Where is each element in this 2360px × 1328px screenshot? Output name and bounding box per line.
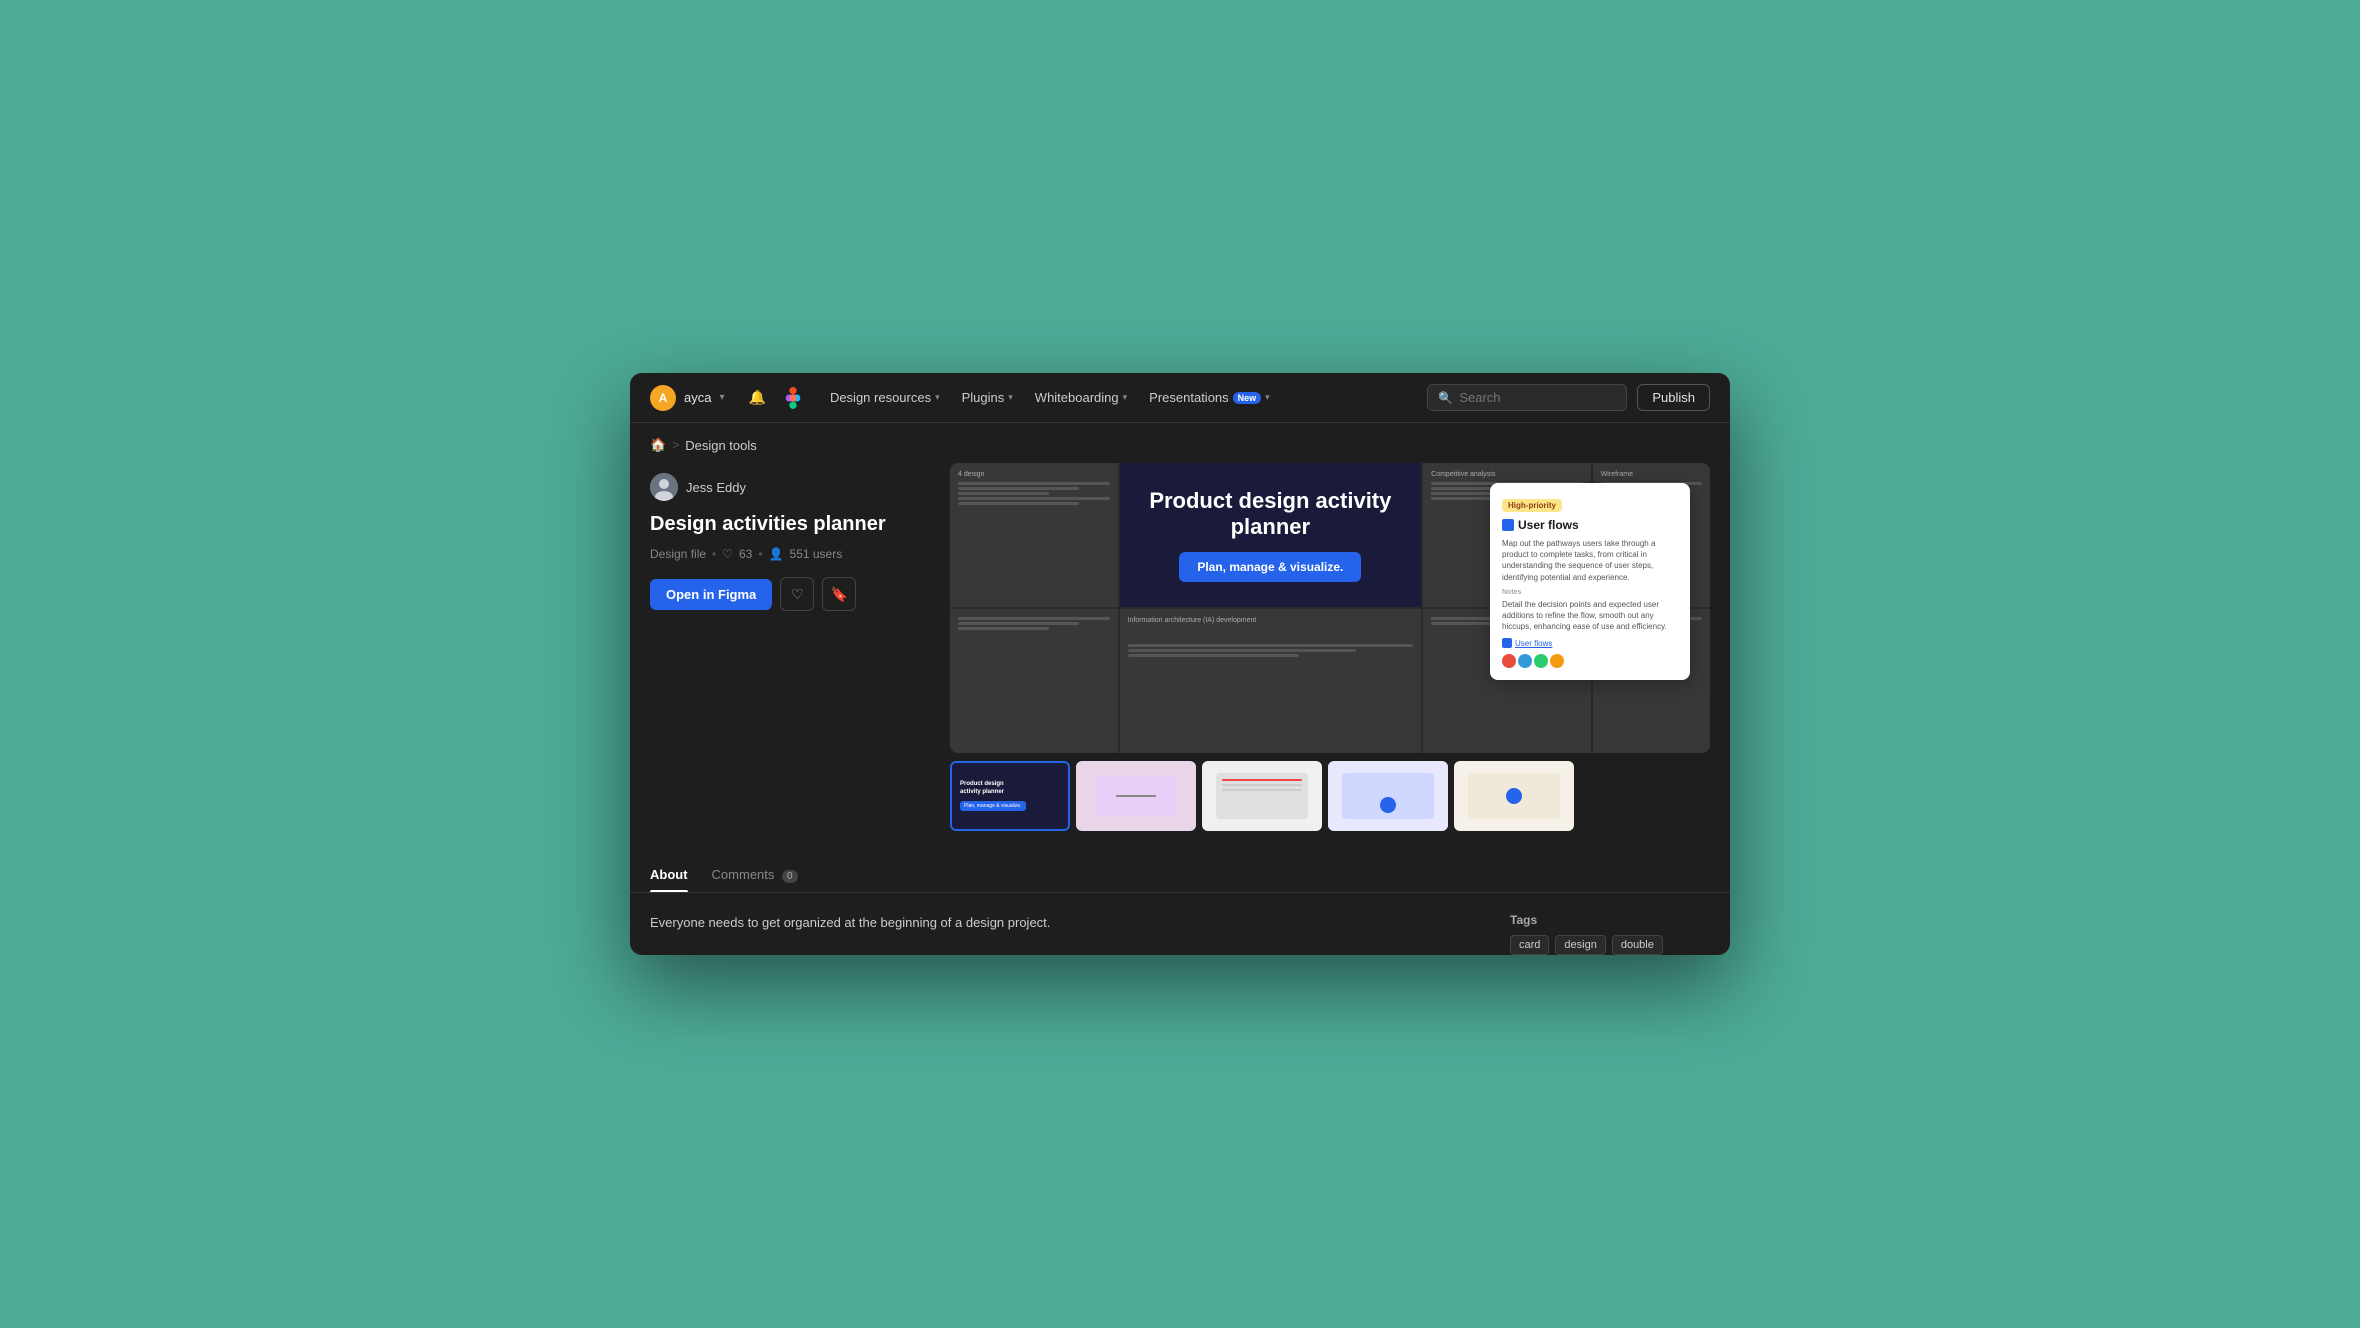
card-avatars	[1502, 654, 1678, 668]
nav-item-presentations[interactable]: Presentations New ▾	[1139, 384, 1280, 411]
about-text: Everyone needs to get organized at the b…	[650, 913, 1470, 955]
card-notes: Detail the decision points and expected …	[1502, 599, 1678, 633]
tag-card[interactable]: card	[1510, 935, 1549, 955]
preview-cta-button[interactable]: Plan, manage & visualize.	[1179, 552, 1361, 582]
tags-area: Tags card design double	[1510, 913, 1710, 955]
nav-links: Design resources ▾ Plugins ▾ Whiteboardi…	[820, 384, 1411, 411]
search-input[interactable]	[1459, 390, 1616, 405]
card-avatar-2	[1518, 654, 1532, 668]
tags-label: Tags	[1510, 913, 1710, 927]
tabs-area: About Comments 0	[630, 851, 1730, 893]
card-link-icon	[1502, 638, 1512, 648]
nav-item-plugins[interactable]: Plugins ▾	[952, 384, 1023, 411]
search-box[interactable]: 🔍	[1427, 384, 1627, 411]
card-link[interactable]: User flows	[1502, 638, 1678, 648]
notification-bell-icon[interactable]: 🔔	[749, 389, 766, 406]
tab-about[interactable]: About	[650, 867, 688, 892]
thumbnails-row: Product designactivity planner Plan, man…	[950, 761, 1710, 831]
tag-double[interactable]: double	[1612, 935, 1663, 955]
nav-right: 🔍 Publish	[1427, 384, 1710, 411]
card-checkbox	[1502, 519, 1514, 531]
preview-cell-row2-1	[950, 609, 1118, 753]
main-content: Jess Eddy Design activities planner Desi…	[630, 463, 1730, 851]
design-resources-chevron-icon: ▾	[935, 392, 940, 403]
author-name[interactable]: Jess Eddy	[686, 480, 746, 495]
tab-comments[interactable]: Comments 0	[712, 867, 798, 892]
card-notes-label: Notes	[1502, 589, 1678, 596]
navbar: A ayca ▾ 🔔 Design resources ▾ Plugins ▾	[630, 373, 1730, 423]
thumbnail-4[interactable]	[1328, 761, 1448, 831]
nav-item-design-resources[interactable]: Design resources ▾	[820, 384, 950, 411]
like-button[interactable]: ♡	[780, 577, 814, 611]
preview-area: 4 design Product design act	[950, 463, 1710, 831]
about-section: Everyone needs to get organized at the b…	[630, 893, 1730, 955]
card-badge: High-priority	[1502, 499, 1562, 512]
nav-username[interactable]: ayca	[684, 390, 711, 405]
preview-cell-ia: Information architecture (IA) developmen…	[1120, 609, 1422, 753]
nav-item-whiteboarding[interactable]: Whiteboarding ▾	[1025, 384, 1137, 411]
nav-logo-area: A ayca ▾	[650, 385, 725, 411]
tag-design[interactable]: design	[1555, 935, 1605, 955]
left-panel: Jess Eddy Design activities planner Desi…	[650, 463, 930, 831]
preview-main: 4 design Product design act	[950, 463, 1710, 753]
thumbnail-5[interactable]	[1454, 761, 1574, 831]
author-info: Jess Eddy	[650, 473, 930, 501]
breadcrumb-home-icon[interactable]: 🏠	[650, 437, 666, 453]
author-avatar	[650, 473, 678, 501]
card-avatar-4	[1550, 654, 1564, 668]
thumbnail-3[interactable]	[1202, 761, 1322, 831]
breadcrumb-current[interactable]: Design tools	[685, 438, 757, 453]
thumbnail-2[interactable]	[1076, 761, 1196, 831]
plugins-chevron-icon: ▾	[1008, 392, 1013, 403]
username-chevron-icon: ▾	[719, 392, 724, 403]
card-avatar-1	[1502, 654, 1516, 668]
bookmark-button[interactable]: 🔖	[822, 577, 856, 611]
action-buttons: Open in Figma ♡ 🔖	[650, 577, 930, 611]
about-description: Everyone needs to get organized at the b…	[650, 913, 1470, 934]
user-avatar[interactable]: A	[650, 385, 676, 411]
preview-main-title: Product design activity planner	[1140, 488, 1402, 541]
breadcrumb-separator: >	[672, 438, 679, 452]
breadcrumb: 🏠 > Design tools	[630, 423, 1730, 463]
likes-count: 63	[739, 547, 752, 561]
monitor-window: A ayca ▾ 🔔 Design resources ▾ Plugins ▾	[630, 373, 1730, 955]
users-count: 551 users	[790, 547, 843, 561]
heart-icon: ♡	[722, 547, 733, 561]
thumbnail-1[interactable]: Product designactivity planner Plan, man…	[950, 761, 1070, 831]
search-icon: 🔍	[1438, 391, 1453, 405]
whiteboarding-chevron-icon: ▾	[1123, 392, 1128, 403]
users-icon: 👤	[769, 547, 784, 561]
preview-cell-1: 4 design	[950, 463, 1118, 607]
tags-list: card design double	[1510, 935, 1710, 955]
figma-icon	[782, 387, 804, 409]
presentations-chevron-icon: ▾	[1265, 392, 1270, 403]
file-type: Design file	[650, 547, 706, 561]
bookmark-icon: 🔖	[831, 586, 848, 603]
file-meta: Design file • ♡ 63 • 👤 551 users	[650, 547, 930, 561]
open-figma-button[interactable]: Open in Figma	[650, 579, 772, 610]
like-icon: ♡	[791, 586, 804, 603]
preview-center: Product design activity planner Plan, ma…	[1120, 463, 1422, 607]
floating-card: High-priority User flows Map out the pat…	[1490, 483, 1690, 680]
card-body: Map out the pathways users take through …	[1502, 538, 1678, 583]
file-title: Design activities planner	[650, 511, 930, 537]
publish-button[interactable]: Publish	[1637, 384, 1710, 411]
card-avatar-3	[1534, 654, 1548, 668]
card-title: User flows	[1502, 518, 1678, 532]
